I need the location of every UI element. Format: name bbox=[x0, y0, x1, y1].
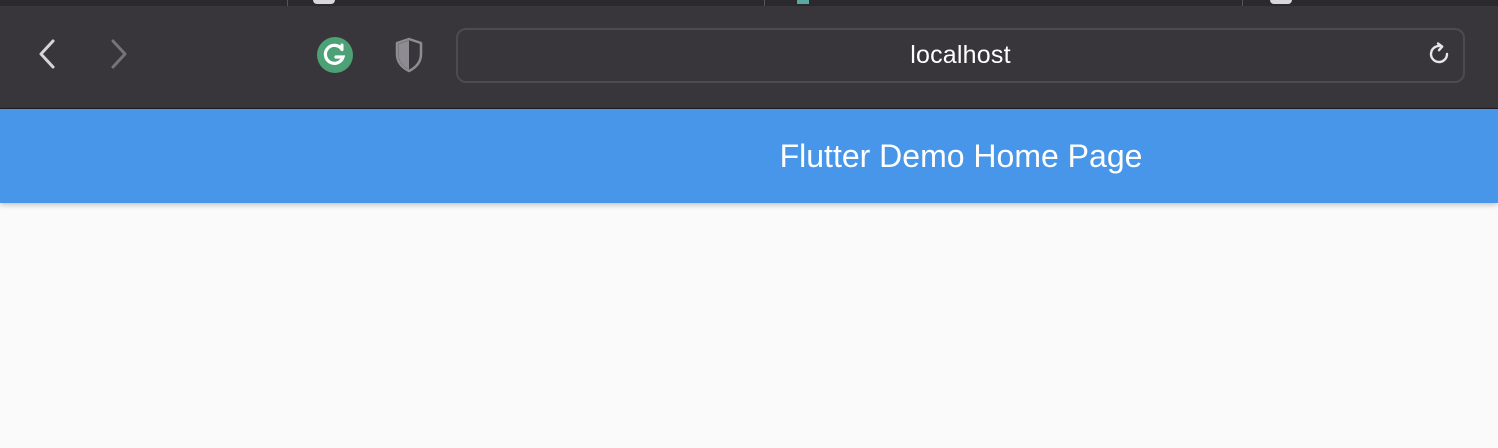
page-title: Flutter Demo Home Page bbox=[779, 137, 1143, 174]
chevron-right-icon bbox=[109, 38, 129, 70]
app-bar: Flutter Demo Home Page bbox=[0, 109, 1498, 203]
back-button[interactable] bbox=[27, 34, 67, 74]
tab-indicator[interactable] bbox=[1270, 0, 1292, 4]
shield-icon bbox=[394, 37, 424, 78]
reload-icon bbox=[1426, 41, 1452, 72]
grammarly-extension-button[interactable] bbox=[315, 36, 355, 79]
url-text[interactable]: localhost bbox=[458, 30, 1463, 81]
page-body bbox=[0, 203, 1498, 448]
chevron-left-icon bbox=[37, 38, 57, 70]
privacy-shield-button[interactable] bbox=[389, 37, 429, 77]
address-bar[interactable]: localhost bbox=[456, 28, 1465, 83]
reload-button[interactable] bbox=[1425, 41, 1453, 72]
forward-button[interactable] bbox=[99, 34, 139, 74]
tab-favicon[interactable] bbox=[797, 0, 809, 4]
tab-indicator[interactable] bbox=[313, 0, 335, 4]
browser-toolbar: localhost bbox=[0, 6, 1498, 109]
grammarly-icon bbox=[316, 36, 354, 79]
